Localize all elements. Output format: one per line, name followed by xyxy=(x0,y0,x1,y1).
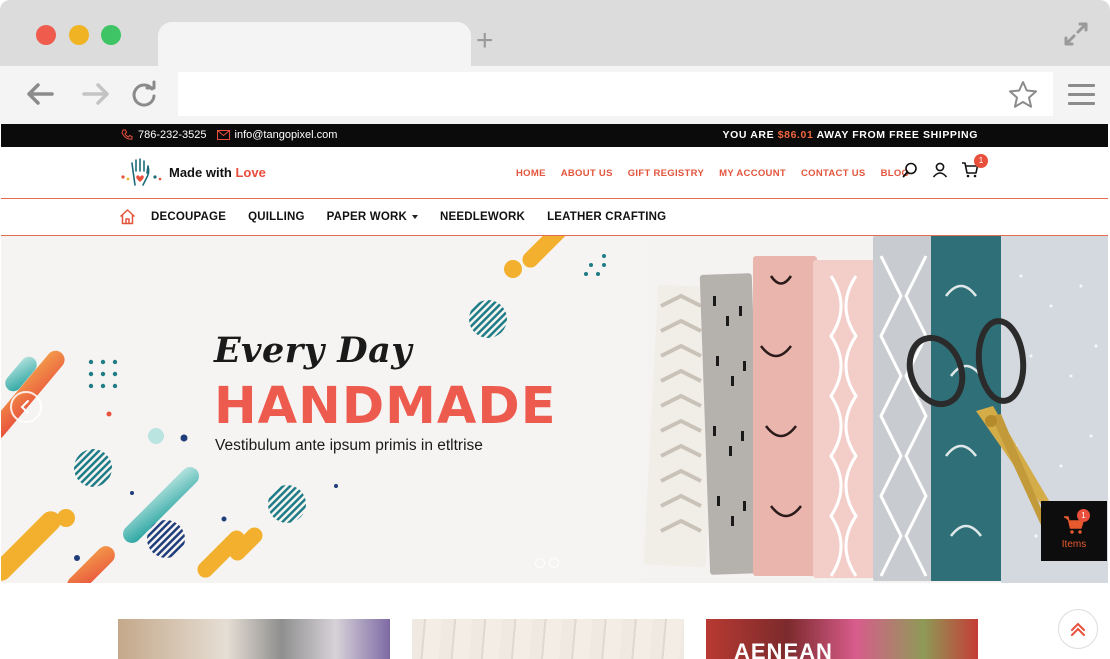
fullscreen-icon[interactable] xyxy=(1062,20,1090,48)
mail-icon xyxy=(216,130,230,140)
search-icon[interactable] xyxy=(901,161,919,179)
chevron-down-icon xyxy=(412,214,418,219)
site-logo[interactable]: Made with Love xyxy=(119,157,266,187)
maximize-window-button[interactable] xyxy=(101,25,121,45)
category-list: DECOUPAGE QUILLING PAPER WORK NEEDLEWORK… xyxy=(151,211,666,223)
category-leather-crafting[interactable]: LEATHER CRAFTING xyxy=(547,211,666,223)
brand-name: Made with xyxy=(169,164,232,180)
category-needlework[interactable]: NEEDLEWORK xyxy=(440,211,525,223)
nav-link-gift-registry[interactable]: GIFT REGISTRY xyxy=(628,168,704,179)
nav-link-contact-us[interactable]: CONTACT US xyxy=(801,168,866,179)
email-address[interactable]: info@tangopixel.com xyxy=(235,129,338,141)
back-to-top-button[interactable] xyxy=(1058,609,1098,649)
slider-pagination xyxy=(535,558,559,568)
hand-heart-logo-icon xyxy=(121,158,162,186)
phone-icon xyxy=(121,129,133,140)
category-nav: DECOUPAGE QUILLING PAPER WORK NEEDLEWORK… xyxy=(1,199,1108,236)
top-info-bar: 786-232-3525 info@tangopixel.com YOU ARE… xyxy=(1,124,1108,147)
category-decoupage[interactable]: DECOUPAGE xyxy=(151,211,226,223)
nav-link-about-us[interactable]: ABOUT US xyxy=(561,168,613,179)
website-viewport: 786-232-3525 info@tangopixel.com YOU ARE… xyxy=(1,124,1108,659)
contact-info: 786-232-3525 info@tangopixel.com xyxy=(121,129,347,141)
featured-card-2[interactable] xyxy=(412,619,684,659)
cart-count-badge: 1 xyxy=(974,154,988,168)
browser-tab[interactable] xyxy=(158,22,471,66)
shipping-suffix: AWAY FROM FREE SHIPPING xyxy=(816,129,978,141)
nav-link-my-account[interactable]: MY ACCOUNT xyxy=(719,168,786,179)
shipping-amount: $86.01 xyxy=(777,129,814,141)
bookmark-star-icon[interactable] xyxy=(1007,79,1039,111)
cart-widget-label: Items xyxy=(1061,539,1087,550)
featured-card-1[interactable] xyxy=(118,619,390,659)
nav-link-home[interactable]: HOME xyxy=(516,168,546,179)
hero-subtitle: Vestibulum ante ipsum primis in etltrise xyxy=(215,437,483,454)
back-arrow-icon[interactable] xyxy=(25,80,55,108)
cart-widget-count: 1 xyxy=(1077,509,1090,522)
user-account-icon[interactable] xyxy=(931,161,949,179)
close-window-button[interactable] xyxy=(36,25,56,45)
cart-button[interactable]: 1 xyxy=(961,154,988,179)
shipping-prefix: YOU ARE xyxy=(722,129,775,141)
home-icon[interactable] xyxy=(119,208,136,225)
hero-script-text: Every Day xyxy=(214,330,413,371)
forward-arrow-icon[interactable] xyxy=(81,80,111,108)
phone-number[interactable]: 786-232-3525 xyxy=(138,129,207,141)
new-tab-icon[interactable]: + xyxy=(476,26,494,56)
brand-highlight: Love xyxy=(235,164,266,180)
main-header: Made with Love HOME ABOUT US GIFT REGIST… xyxy=(1,147,1108,199)
chevron-left-icon xyxy=(20,400,29,414)
minimize-window-button[interactable] xyxy=(69,25,89,45)
double-chevron-up-icon xyxy=(1071,622,1085,636)
hero-title: HANDMADE xyxy=(214,377,557,436)
category-paper-work[interactable]: PAPER WORK xyxy=(327,211,418,223)
reload-icon[interactable] xyxy=(130,80,160,108)
featured-categories: AENEAN xyxy=(118,619,978,659)
header-icons: 1 xyxy=(901,154,988,179)
featured-card-3-title: AENEAN xyxy=(734,639,833,659)
free-shipping-notice: YOU ARE $86.01 AWAY FROM FREE SHIPPING xyxy=(723,129,978,141)
category-paper-work-label: PAPER WORK xyxy=(326,211,407,223)
browser-menu-icon[interactable] xyxy=(1068,84,1095,106)
category-quilling[interactable]: QUILLING xyxy=(248,211,305,223)
slider-prev-button[interactable] xyxy=(10,391,42,423)
slider-dot-2[interactable] xyxy=(549,558,559,568)
featured-card-3[interactable]: AENEAN xyxy=(706,619,978,659)
logo-text: Made with Love xyxy=(169,165,266,180)
hero-slider: Every Day HANDMADE Vestibulum ante ipsum… xyxy=(1,236,1108,583)
primary-nav: HOME ABOUT US GIFT REGISTRY MY ACCOUNT C… xyxy=(516,168,909,179)
address-bar[interactable] xyxy=(178,72,1053,116)
slider-dot-1[interactable] xyxy=(535,558,545,568)
floating-cart-widget[interactable]: 1 Items xyxy=(1041,501,1107,561)
